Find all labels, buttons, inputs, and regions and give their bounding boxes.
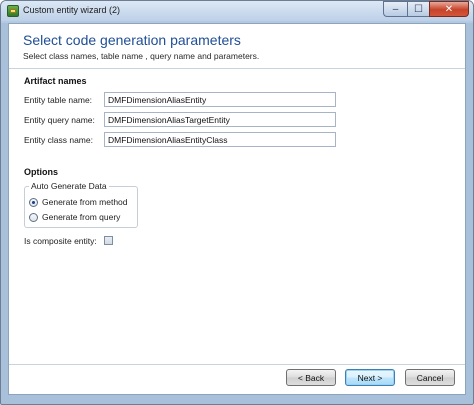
options-heading: Options [24, 167, 58, 177]
next-button[interactable]: Next > [345, 369, 395, 386]
generate-from-method-option[interactable]: Generate from method [29, 197, 128, 207]
back-button[interactable]: < Back [286, 369, 336, 386]
artifact-names-heading: Artifact names [24, 76, 87, 86]
title-bar[interactable]: Custom entity wizard (2) – ☐ ✕ [1, 1, 473, 21]
entity-table-name-label: Entity table name: [24, 95, 93, 105]
minimize-button[interactable]: – [383, 1, 407, 17]
close-icon: ✕ [444, 3, 454, 15]
close-button[interactable]: ✕ [429, 1, 469, 17]
maximize-button[interactable]: ☐ [407, 1, 429, 17]
window-controls: – ☐ ✕ [383, 1, 469, 18]
entity-class-name-input[interactable] [104, 132, 336, 147]
generate-from-query-radio[interactable] [29, 212, 38, 222]
page-subtitle: Select class names, table name , query n… [23, 51, 260, 61]
entity-class-name-label: Entity class name: [24, 135, 93, 145]
footer-divider [9, 364, 465, 365]
composite-entity-checkbox[interactable] [104, 236, 113, 245]
window-title: Custom entity wizard (2) [23, 5, 121, 15]
generate-from-method-radio[interactable] [29, 197, 38, 207]
app-icon [7, 5, 19, 17]
wizard-window: Custom entity wizard (2) – ☐ ✕ Select co… [0, 0, 474, 405]
generate-from-query-label: Generate from query [42, 212, 121, 222]
generate-from-query-option[interactable]: Generate from query [29, 212, 120, 222]
auto-generate-data-label: Auto Generate Data [29, 181, 109, 191]
wizard-content: Select code generation parameters Select… [8, 23, 466, 395]
header-divider [9, 68, 465, 69]
entity-query-name-input[interactable] [104, 112, 336, 127]
minimize-icon: – [392, 3, 399, 15]
maximize-icon: ☐ [414, 3, 423, 15]
cancel-button[interactable]: Cancel [405, 369, 455, 386]
page-title: Select code generation parameters [23, 32, 241, 48]
composite-entity-label: Is composite entity: [24, 236, 97, 246]
auto-generate-data-group: Auto Generate Data Generate from method … [24, 181, 138, 228]
generate-from-method-label: Generate from method [42, 197, 128, 207]
entity-query-name-label: Entity query name: [24, 115, 95, 125]
entity-table-name-input[interactable] [104, 92, 336, 107]
